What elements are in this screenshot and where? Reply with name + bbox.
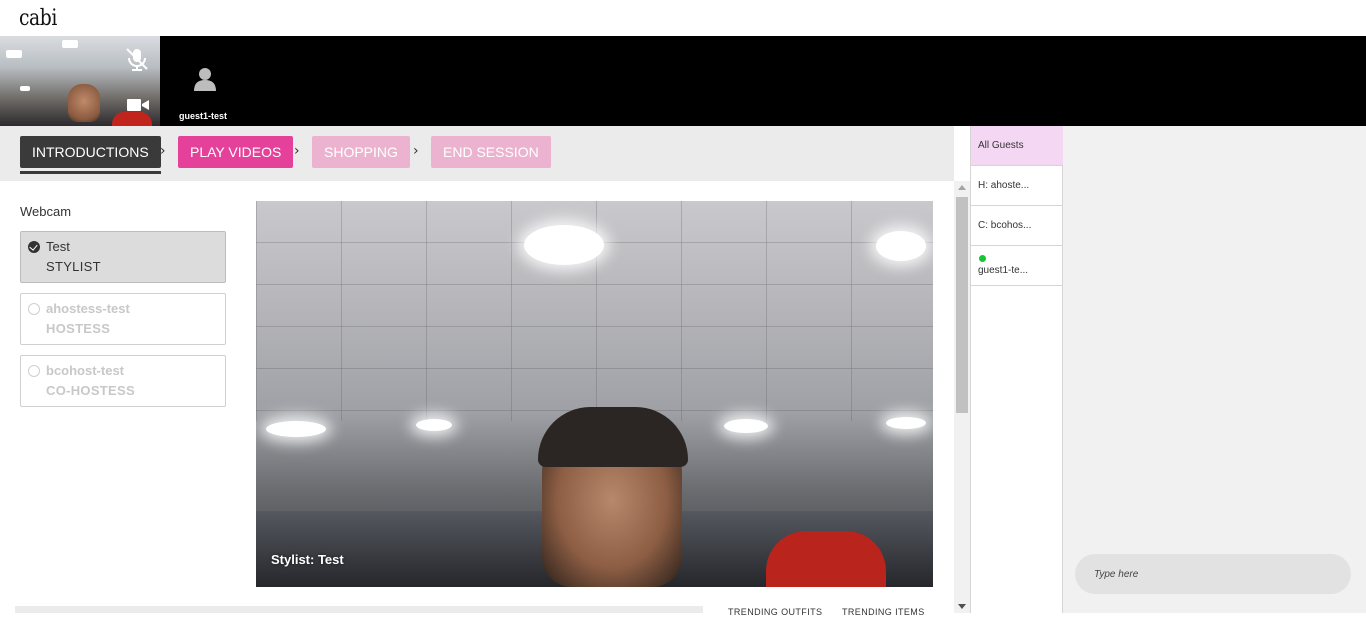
guest-video-tile: guest1-test [160,36,250,126]
camera-option-stylist[interactable]: Test STYLIST [20,231,226,283]
ceiling-light [6,50,22,58]
guest-item-label: guest1-te... [978,265,1029,276]
guest-item-label: H: ahoste... [978,180,1030,191]
guest-item-hostess[interactable]: H: ahoste... [971,166,1063,206]
main-scrollbar[interactable] [954,181,970,613]
camera-option-role: STYLIST [46,259,101,274]
camera-option-name: Test [46,239,70,254]
check-circle-icon [28,241,40,253]
radio-circle-icon [28,365,40,377]
self-video-figure [112,112,152,126]
online-status-icon [979,255,986,262]
camera-option-co-hostess[interactable]: bcohost-test CO-HOSTESS [20,355,226,407]
ceiling-light [20,86,30,91]
chat-input[interactable] [1075,554,1351,594]
main-video-feed: Stylist: Test [256,201,933,587]
radio-circle-icon [28,303,40,315]
guest-item-label: C: bcohos... [978,220,1032,231]
step-play-videos-button[interactable]: PLAY VIDEOS [178,136,294,168]
ceiling-light [62,40,78,48]
chat-panel [1063,126,1366,613]
guest-item-all[interactable]: All Guests [971,126,1063,166]
guest-name-label: guest1-test [179,111,228,121]
self-video-tile [0,36,160,126]
ceiling-light [524,225,604,265]
ceiling-light [724,419,768,433]
video-caption: Stylist: Test [271,552,344,567]
guest-item-guest1[interactable]: guest1-te... [971,246,1063,286]
camera-icon[interactable] [126,96,150,114]
camera-option-name: ahostess-test [46,301,130,316]
chevron-right-icon: › [160,143,166,159]
camera-option-name: bcohost-test [46,363,124,378]
bottom-panel [15,606,703,613]
user-icon [194,68,216,91]
video-person [766,531,886,587]
tab-trending-items[interactable]: TRENDING ITEMS [842,607,925,617]
ceiling-light [416,419,452,431]
cabi-logo: cabi [19,6,57,31]
step-introductions-button[interactable]: INTRODUCTIONS [20,136,161,174]
top-bar: cabi [0,0,1366,36]
scroll-thumb[interactable] [956,197,968,413]
camera-option-role: CO-HOSTESS [46,383,135,398]
chevron-right-icon: › [413,143,419,159]
ceiling-light [266,421,326,437]
ceiling-light [876,231,926,261]
scroll-up-arrow-icon[interactable] [958,185,966,190]
main-panel: INTRODUCTIONS › PLAY VIDEOS › SHOPPING ›… [0,126,970,617]
step-shopping-button[interactable]: SHOPPING [312,136,410,168]
video-strip: guest1-test [0,36,1366,126]
video-person [538,407,688,467]
guest-list: All Guests H: ahoste... C: bcohos... gue… [970,126,1063,613]
step-end-session-button[interactable]: END SESSION [431,136,551,168]
tab-trending-outfits[interactable]: TRENDING OUTFITS [728,607,822,617]
self-video-face [68,84,100,122]
guest-item-label: All Guests [978,140,1024,151]
mic-off-icon[interactable] [124,46,150,72]
ceiling-light [886,417,926,429]
camera-option-hostess[interactable]: ahostess-test HOSTESS [20,293,226,345]
chevron-right-icon: › [294,143,300,159]
scroll-down-arrow-icon[interactable] [958,604,966,609]
guest-item-co-hostess[interactable]: C: bcohos... [971,206,1063,246]
camera-option-role: HOSTESS [46,321,111,336]
session-steps-bar: INTRODUCTIONS › PLAY VIDEOS › SHOPPING ›… [0,126,954,181]
webcam-title: Webcam [20,204,72,219]
